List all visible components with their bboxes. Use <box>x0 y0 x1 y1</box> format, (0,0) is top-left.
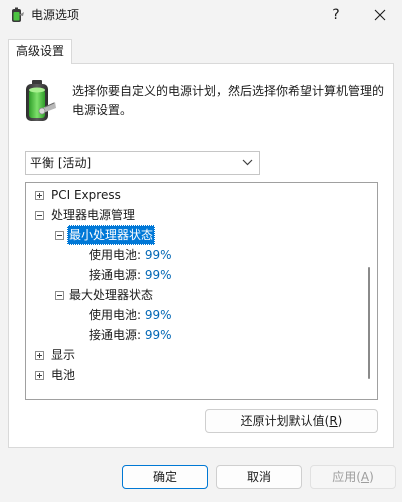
help-button[interactable]: ? <box>314 0 358 30</box>
min-on-battery-value[interactable]: 99% <box>145 248 172 262</box>
ok-button[interactable]: 确定 <box>122 465 208 489</box>
expand-icon[interactable] <box>35 191 44 200</box>
power-options-dialog: 电源选项 ? 高级设置 选择你要自定义的电源计划，然后选择你希望计算机管理的电源… <box>0 0 402 502</box>
tab-advanced-settings[interactable]: 高级设置 <box>8 39 72 64</box>
tree-item-processor-power[interactable]: 处理器电源管理 <box>26 205 366 225</box>
tree-item-min-processor-state[interactable]: 最小处理器状态 <box>26 225 366 245</box>
close-icon <box>374 9 386 21</box>
title-bar: 电源选项 ? <box>0 0 402 30</box>
settings-tree[interactable]: PCI Express 处理器电源管理 最小处理器状态 使用电池: 99% 接通… <box>25 182 378 400</box>
max-on-battery-value[interactable]: 99% <box>145 308 172 322</box>
window-title: 电源选项 <box>31 8 80 22</box>
power-plan-dropdown[interactable]: 平衡 [活动] <box>25 151 260 175</box>
tab-strip: 高级设置 <box>0 39 402 64</box>
tree-item-pci-express[interactable]: PCI Express <box>26 185 366 205</box>
collapse-icon[interactable] <box>35 211 44 220</box>
tree-item-min-on-battery[interactable]: 使用电池: 99% <box>89 245 172 265</box>
expand-icon[interactable] <box>35 351 44 360</box>
tree-item-max-processor-state[interactable]: 最大处理器状态 <box>26 285 366 305</box>
tree-scrollbar-thumb[interactable] <box>368 267 370 379</box>
restore-defaults-button[interactable]: 还原计划默认值(R) <box>205 409 378 433</box>
tree-item-max-on-battery[interactable]: 使用电池: 99% <box>89 305 172 325</box>
battery-plan-icon <box>26 80 56 121</box>
tree-item-min-plugged-in[interactable]: 接通电源: 99% <box>89 265 172 285</box>
tree-item-display[interactable]: 显示 <box>26 345 366 365</box>
power-options-icon <box>12 7 24 22</box>
description-text: 选择你要自定义的电源计划，然后选择你希望计算机管理的电源设置。 <box>72 84 385 117</box>
apply-button[interactable]: 应用(A) <box>310 465 396 489</box>
tree-item-battery[interactable]: 电池 <box>26 365 366 385</box>
power-plan-selected: 平衡 [活动] <box>30 156 92 170</box>
cancel-button[interactable]: 取消 <box>216 465 302 489</box>
expand-icon[interactable] <box>35 371 44 380</box>
collapse-icon[interactable] <box>55 291 64 300</box>
chevron-down-icon <box>242 159 253 166</box>
min-plugged-in-value[interactable]: 99% <box>145 268 172 282</box>
close-button[interactable] <box>358 0 402 30</box>
tree-item-max-plugged-in[interactable]: 接通电源: 99% <box>89 325 172 345</box>
max-plugged-in-value[interactable]: 99% <box>145 328 172 342</box>
collapse-icon[interactable] <box>55 231 64 240</box>
